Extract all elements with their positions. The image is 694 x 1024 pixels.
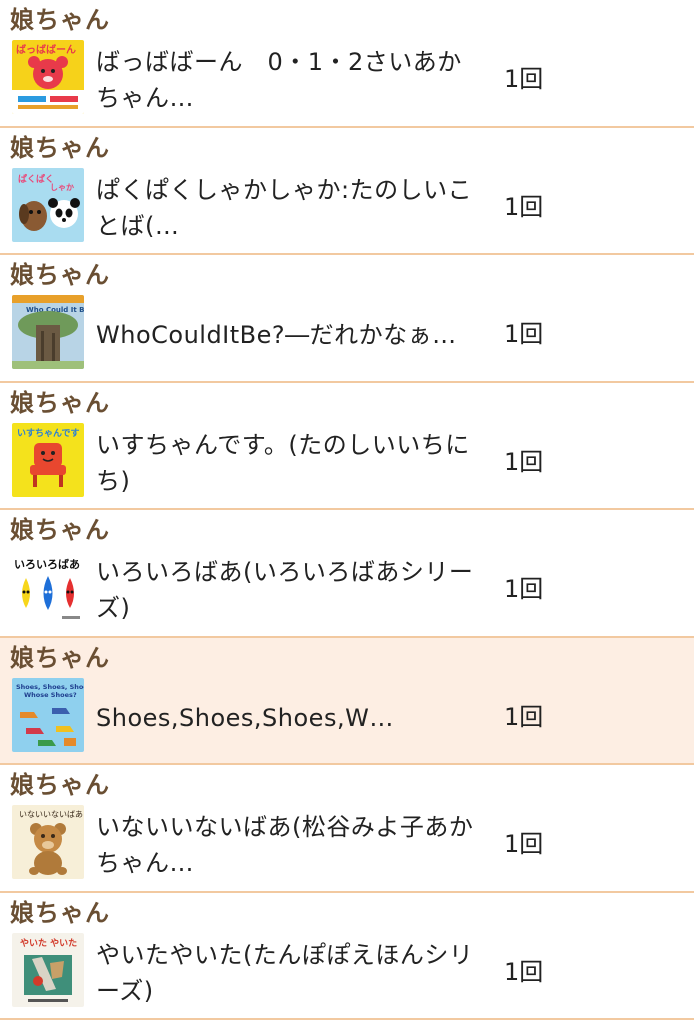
list-item[interactable]: 娘ちゃん Who Could It Be? WhoCouldItBe?―だれかな… (0, 255, 694, 383)
read-count: 1回 (504, 575, 544, 603)
book-title[interactable]: いすちゃんです。(たのしいいちにち) (96, 423, 476, 503)
book-title[interactable]: Shoes,Shoes,Shoes,W… (96, 678, 476, 758)
book-title[interactable]: WhoCouldItBe?―だれかなぁ… (96, 295, 476, 375)
list-item[interactable]: 娘ちゃん Shoes, Shoes, Shoes, Whose Shoes? S… (0, 637, 694, 765)
reader-name: 娘ちゃん (10, 6, 110, 34)
reading-history-list: 娘ちゃん ばっばばーん ばっばばーん 0・1・2さいあかちゃん… 1回 娘ちゃん (0, 0, 694, 1024)
reader-name: 娘ちゃん (10, 898, 110, 927)
svg-text:Whose Shoes?: Whose Shoes? (24, 691, 77, 699)
list-item[interactable]: 娘ちゃん いろいろばあ いろいろばあ(いろいろばあシリーズ) 1回 (0, 510, 694, 638)
reader-name: 娘ちゃん (10, 643, 110, 672)
svg-text:いないいないばあ: いないいないばあ (19, 810, 83, 819)
book-title[interactable]: やいたやいた(たんぽぽえほんシリーズ) (96, 933, 476, 1013)
baked-bread-book-cover-icon[interactable]: やいた やいた (12, 932, 84, 1007)
reader-name: 娘ちゃん (10, 771, 110, 799)
read-count: 1回 (504, 65, 544, 93)
read-count: 1回 (504, 192, 544, 221)
svg-text:ばっばばーん: ばっばばーん (16, 43, 76, 56)
book-title[interactable]: いろいろばあ(いろいろばあシリーズ) (96, 550, 476, 630)
red-bear-book-cover-icon[interactable]: ばっばばーん (12, 40, 84, 114)
book-title[interactable]: ばっばばーん 0・1・2さいあかちゃん… (96, 40, 476, 120)
shoes-book-cover-icon[interactable]: Shoes, Shoes, Shoes, Whose Shoes? (12, 677, 84, 752)
read-count: 1回 (504, 702, 544, 731)
tree-book-cover-icon[interactable]: Who Could It Be? (12, 295, 84, 369)
list-item[interactable]: 娘ちゃん いすちゃんです いすちゃんです。(たのしいいちにち) 1回 (0, 382, 694, 510)
reader-name: 娘ちゃん (10, 133, 110, 162)
svg-text:Shoes, Shoes, Shoes,: Shoes, Shoes, Shoes, (16, 683, 84, 691)
dog-panda-book-cover-icon[interactable]: ぱくぱく しゃか (12, 167, 84, 242)
list-item[interactable]: 娘ちゃん ばっばばーん ばっばばーん 0・1・2さいあかちゃん… 1回 (0, 0, 694, 128)
list-item[interactable]: 娘ちゃん やいた やいた やいたやいた(たんぽぽえほんシリーズ) 1回 (0, 892, 694, 1020)
reader-name: 娘ちゃん (10, 516, 110, 544)
read-count: 1回 (504, 320, 544, 348)
read-count: 1回 (504, 447, 544, 476)
bear-peekaboo-book-cover-icon[interactable]: いないいないばあ (12, 805, 84, 879)
color-drops-book-cover-icon[interactable]: いろいろばあ (12, 550, 84, 624)
svg-text:やいた やいた: やいた やいた (20, 938, 77, 949)
read-count: 1回 (504, 830, 544, 858)
list-item[interactable]: 娘ちゃん いないいないばあ いないいないばあ(松谷みよ子あかちゃん… 1回 (0, 765, 694, 893)
svg-text:いろいろばあ: いろいろばあ (14, 557, 80, 571)
svg-text:しゃか: しゃか (50, 183, 74, 192)
reader-name: 娘ちゃん (10, 388, 110, 417)
svg-text:いすちゃんです: いすちゃんです (17, 428, 80, 439)
red-chair-book-cover-icon[interactable]: いすちゃんです (12, 422, 84, 497)
read-count: 1回 (504, 957, 544, 986)
book-title[interactable]: ぱくぱくしゃかしゃか:たのしいことば(… (96, 168, 476, 248)
svg-text:ぱくぱく: ぱくぱく (18, 173, 54, 185)
list-item[interactable]: 娘ちゃん ぱくぱく しゃか ぱくぱくしゃかしゃか:たのしいことば(… 1回 (0, 127, 694, 255)
book-title[interactable]: いないいないばあ(松谷みよ子あかちゃん… (96, 805, 476, 885)
reader-name: 娘ちゃん (10, 261, 110, 289)
